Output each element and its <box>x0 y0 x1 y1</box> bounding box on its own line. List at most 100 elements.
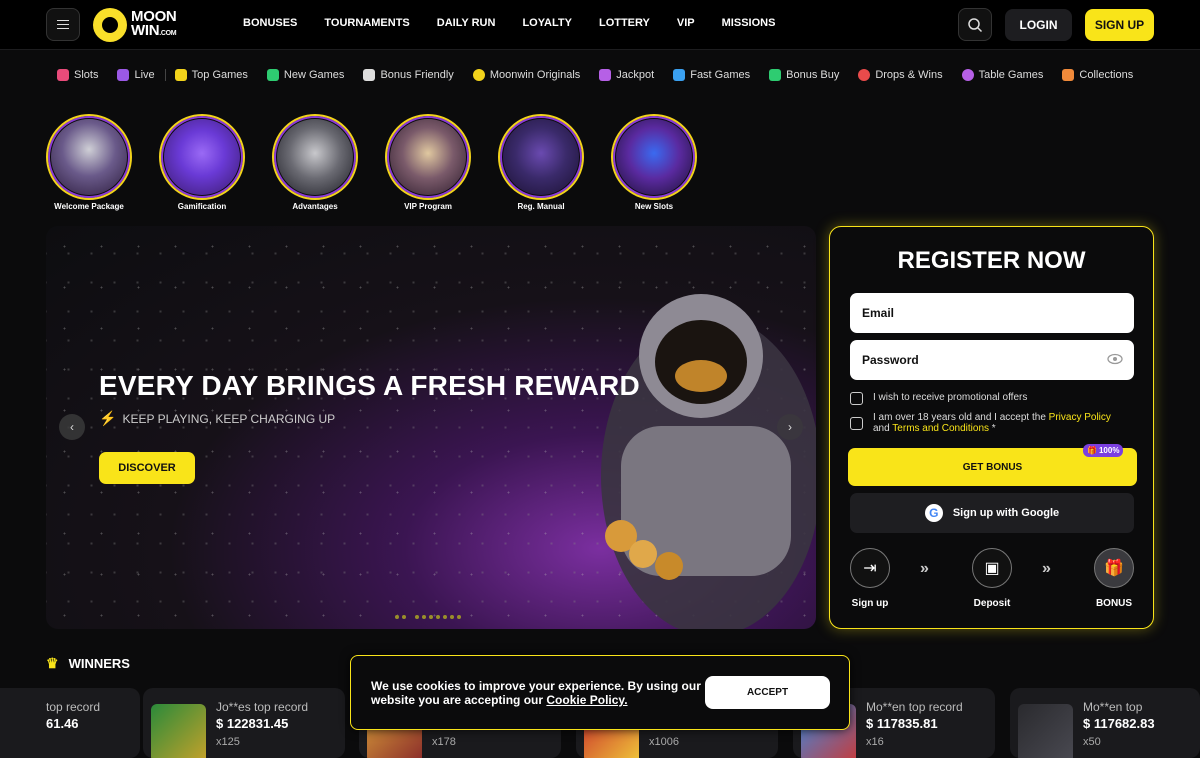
story-gamification[interactable]: Gamification <box>159 114 272 211</box>
age-label-and: and <box>873 423 893 434</box>
winner-card[interactable]: Jo**es top record $ 122831.45 x125 <box>143 688 345 758</box>
gift-box-icon: 🎁 <box>1094 548 1134 588</box>
winner-card[interactable]: Mo**en top $ 117682.83 x50 <box>1010 688 1200 758</box>
jackpot-icon <box>599 69 612 81</box>
carousel-prev-button[interactable]: ‹ <box>59 414 85 440</box>
astronaut-illustration <box>601 294 816 629</box>
logo[interactable]: MOON WIN.COM <box>93 8 177 42</box>
privacy-policy-link[interactable]: Privacy Policy <box>1049 412 1111 423</box>
bonus-buy-icon <box>769 69 782 81</box>
category-live[interactable]: Live <box>117 69 166 81</box>
winner-card[interactable]: top record 61.46 <box>0 688 140 758</box>
story-thumbnail <box>498 114 584 200</box>
nav-vip[interactable]: VIP <box>677 17 695 29</box>
cookie-message: We use cookies to improve your experienc… <box>371 679 701 707</box>
carousel-dot[interactable] <box>422 615 426 619</box>
logo-text-com: .COM <box>159 29 177 37</box>
winner-multiplier: x16 <box>866 736 884 748</box>
category-moonwin-originals[interactable]: Moonwin Originals <box>472 69 580 81</box>
category-table-games[interactable]: Table Games <box>961 69 1044 81</box>
age-checkbox[interactable] <box>850 417 863 430</box>
category-jackpot[interactable]: Jackpot <box>599 69 654 81</box>
google-button-label: Sign up with Google <box>952 507 1060 519</box>
category-label: Table Games <box>978 69 1044 81</box>
live-icon <box>117 69 130 81</box>
email-field[interactable] <box>850 293 1134 333</box>
winner-name: Mo**en top record <box>866 700 963 714</box>
carousel-dot[interactable] <box>450 615 454 619</box>
story-label: Advantages <box>292 202 338 211</box>
category-fast-games[interactable]: Fast Games <box>673 69 750 81</box>
category-label: Top Games <box>191 69 248 81</box>
carousel-dot[interactable] <box>415 615 419 619</box>
carousel-dot[interactable] <box>457 615 461 619</box>
nav-tournaments[interactable]: TOURNAMENTS <box>324 17 409 29</box>
carousel-dot[interactable] <box>395 615 399 619</box>
category-top-games[interactable]: Top Games <box>174 69 248 81</box>
chevron-double-right-icon: » <box>1042 560 1051 577</box>
terms-link[interactable]: Terms and Conditions <box>892 423 989 434</box>
cookie-banner: We use cookies to improve your experienc… <box>350 655 850 730</box>
nav-daily-run[interactable]: DAILY RUN <box>437 17 496 29</box>
story-reg-manual[interactable]: Reg. Manual <box>498 114 611 211</box>
cookie-policy-link[interactable]: Cookie Policy. <box>546 693 627 707</box>
login-button[interactable]: LOGIN <box>1005 9 1072 41</box>
story-vip-program[interactable]: VIP Program <box>385 114 498 211</box>
bonus-friendly-icon <box>363 69 376 81</box>
nav-bonuses[interactable]: BONUSES <box>243 17 297 29</box>
category-label: Slots <box>74 69 99 81</box>
story-advantages[interactable]: Advantages <box>272 114 385 211</box>
nav-lottery[interactable]: LOTTERY <box>599 17 650 29</box>
accept-cookies-button[interactable]: ACCEPT <box>705 676 830 709</box>
table-games-icon <box>961 69 974 81</box>
carousel-next-button[interactable]: › <box>777 414 803 440</box>
discover-button[interactable]: DISCOVER <box>99 452 195 484</box>
top-bar: MOON WIN.COM BONUSES TOURNAMENTS DAILY R… <box>0 0 1200 50</box>
hamburger-menu-button[interactable] <box>46 8 80 41</box>
chevron-left-icon: ‹ <box>70 420 74 434</box>
carousel-dot[interactable] <box>402 615 406 619</box>
hero-subtitle: ⚡ KEEP PLAYING, KEEP CHARGING UP <box>99 410 335 427</box>
logo-text-win: WIN <box>131 21 160 39</box>
category-drops-wins[interactable]: Drops & Wins <box>858 69 943 81</box>
search-button[interactable] <box>958 8 992 41</box>
category-slots[interactable]: Slots <box>57 69 98 81</box>
category-new-games[interactable]: New Games <box>266 69 345 81</box>
winner-name: Mo**en top <box>1083 700 1143 714</box>
winners-heading: ♛ WINNERS <box>46 655 130 672</box>
promo-label: I wish to receive promotional offers <box>873 392 1028 403</box>
signup-button[interactable]: SIGN UP <box>1085 9 1154 41</box>
hamburger-icon <box>57 23 69 26</box>
winner-name: top record <box>46 700 101 714</box>
carousel-dot[interactable] <box>436 615 440 619</box>
password-field[interactable] <box>850 340 1134 380</box>
nav-loyalty[interactable]: LOYALTY <box>522 17 572 29</box>
lightning-icon: ⚡ <box>99 410 117 426</box>
step-deposit: ▣ Deposit <box>962 548 1022 609</box>
story-new-slots[interactable]: New Slots <box>611 114 724 211</box>
drops-wins-icon <box>858 69 871 81</box>
promo-checkbox[interactable] <box>850 392 863 405</box>
story-thumbnail <box>385 114 471 200</box>
category-collections[interactable]: Collections <box>1062 69 1133 81</box>
winner-multiplier: x178 <box>432 736 456 748</box>
nav-missions[interactable]: MISSIONS <box>722 17 776 29</box>
story-welcome-package[interactable]: Welcome Package <box>46 114 159 211</box>
eye-icon[interactable] <box>1107 351 1123 367</box>
hero-title: EVERY DAY BRINGS A FRESH REWARD <box>99 370 640 401</box>
category-label: Live <box>134 69 155 81</box>
carousel-dot[interactable] <box>429 615 433 619</box>
category-bonus-buy[interactable]: Bonus Buy <box>769 69 839 81</box>
wallet-icon: ▣ <box>972 548 1012 588</box>
category-label: New Games <box>283 69 345 81</box>
carousel-dot[interactable] <box>443 615 447 619</box>
age-label-text: I am over 18 years old and I accept the <box>873 412 1049 423</box>
moonwin-originals-icon <box>472 69 485 81</box>
category-label: Fast Games <box>690 69 751 81</box>
winner-multiplier: x50 <box>1083 736 1101 748</box>
category-bonus-friendly[interactable]: Bonus Friendly <box>363 69 454 81</box>
step-bonus: 🎁 BONUS <box>1084 548 1144 609</box>
step-signup: ⇥ Sign up <box>840 548 900 609</box>
story-thumbnail <box>611 114 697 200</box>
google-signup-button[interactable]: G Sign up with Google <box>850 493 1134 533</box>
